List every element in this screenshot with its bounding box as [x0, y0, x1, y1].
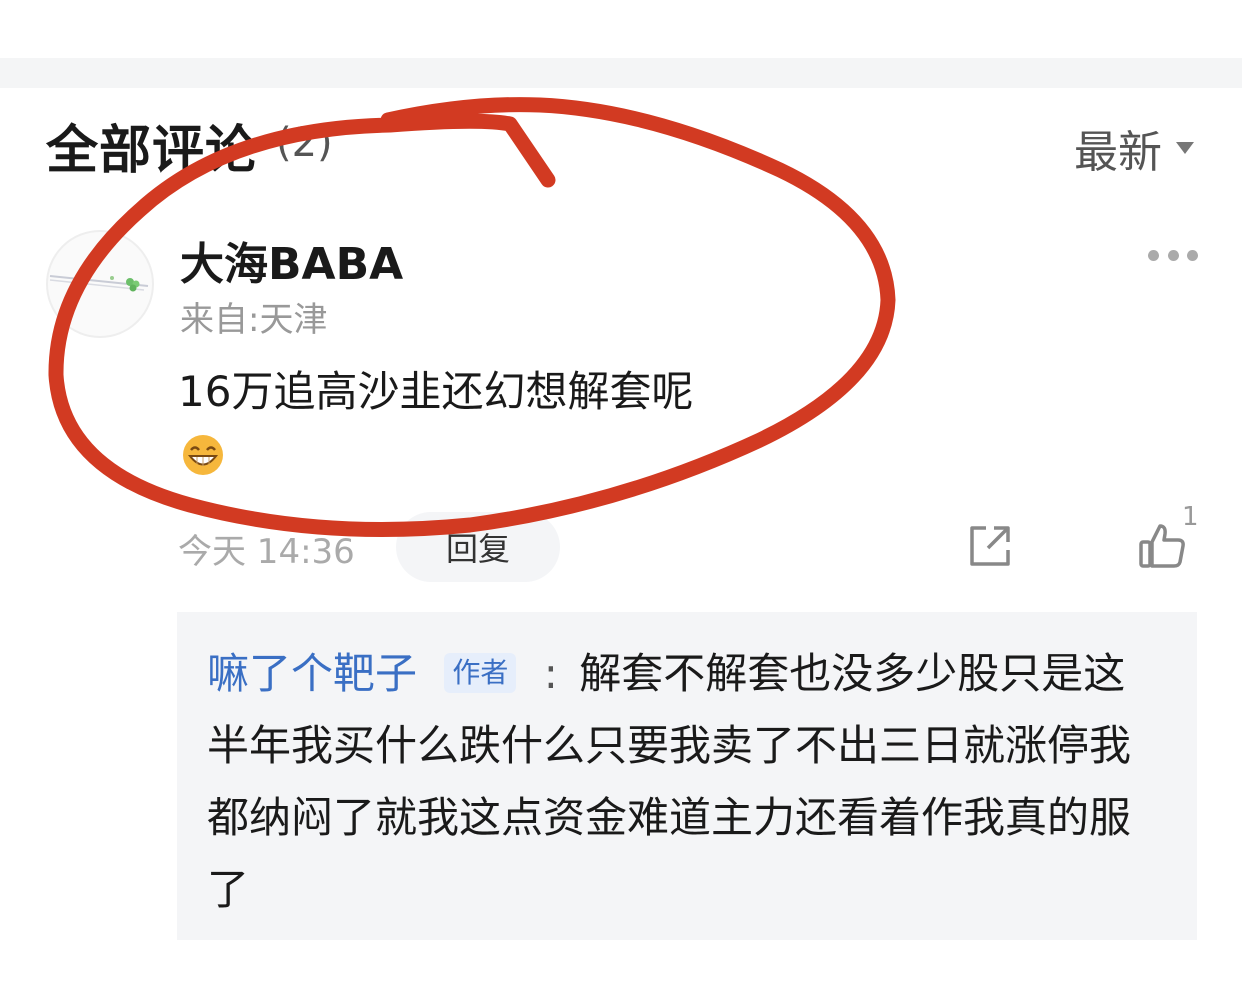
- reply-content: 嘛了个靶子 作者 : 解套不解套也没多少股只是这半年我买什么跌什么只要我卖了不出…: [207, 638, 1147, 926]
- sort-dropdown[interactable]: 最新: [1074, 116, 1194, 180]
- comment-timestamp: 今天 14:36: [178, 532, 355, 572]
- section-divider: [0, 58, 1242, 88]
- comment-text: 16万追高沙韭还幻想解套呢: [178, 367, 694, 416]
- grinning-emoji-icon: [181, 433, 225, 477]
- share-icon[interactable]: [966, 522, 1014, 570]
- reply-username[interactable]: 嘛了个靶子: [207, 649, 417, 698]
- author-badge: 作者: [444, 653, 517, 693]
- section-title: 全部评论: [46, 121, 259, 181]
- sort-label: 最新: [1074, 127, 1162, 178]
- avatar[interactable]: [46, 230, 154, 338]
- author-name[interactable]: 大海BABA: [180, 228, 403, 292]
- like-count: 1: [1182, 502, 1199, 532]
- reply-box: 嘛了个靶子 作者 : 解套不解套也没多少股只是这半年我买什么跌什么只要我卖了不出…: [177, 612, 1197, 940]
- caret-down-icon: [1176, 142, 1194, 154]
- top-area: [0, 0, 1242, 58]
- reply-button[interactable]: 回复: [396, 512, 560, 582]
- reply-colon: :: [543, 649, 558, 698]
- comment-count: (2): [276, 120, 333, 166]
- more-dots-icon: [1148, 249, 1159, 261]
- thumbs-up-icon[interactable]: [1138, 520, 1188, 570]
- author-location: 来自:天津: [180, 300, 328, 340]
- more-options-button[interactable]: [1148, 244, 1198, 266]
